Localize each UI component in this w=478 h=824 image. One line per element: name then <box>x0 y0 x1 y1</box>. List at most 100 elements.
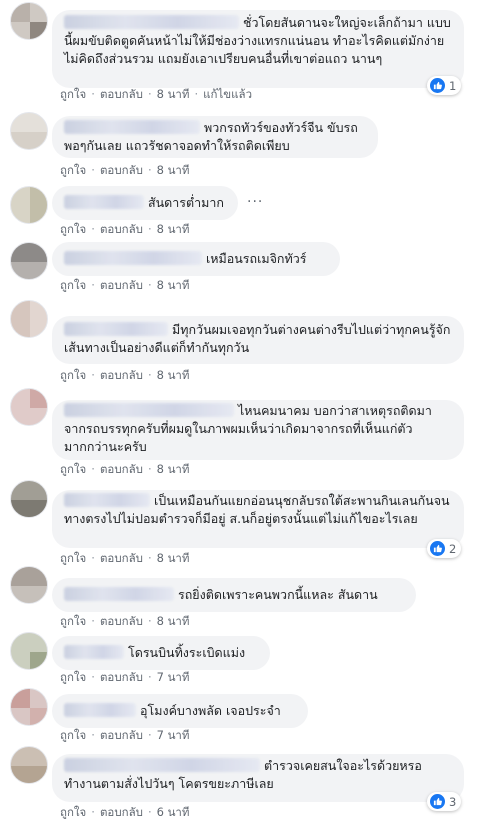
avatar[interactable] <box>10 2 48 40</box>
like-link[interactable]: ถูกใจ <box>60 221 86 239</box>
comment-bubble: ไหนคมนาคม บอกว่าสาเหตุรถติดมาจากรถบรรทุก… <box>52 400 464 460</box>
timestamp[interactable]: 7 นาที <box>157 727 190 745</box>
avatar[interactable] <box>10 632 48 670</box>
like-link[interactable]: ถูกใจ <box>60 727 86 745</box>
reaction-number: 2 <box>449 541 457 556</box>
avatar[interactable] <box>10 388 48 426</box>
comment-bubble: เป็นเหมือนกันแยกอ่อนนุชกลับรถใต้สะพานกิน… <box>52 490 464 548</box>
separator: · <box>91 462 95 476</box>
comment-bubble: ชั่วโดยสันดานจะใหญ่จะเล็กถ้ามา แบบนี้ผมข… <box>52 10 464 88</box>
author-name-redacted[interactable] <box>64 195 144 209</box>
author-name-redacted[interactable] <box>64 587 174 601</box>
separator: · <box>91 278 95 292</box>
reaction-number: 1 <box>449 78 457 93</box>
avatar[interactable] <box>10 746 48 784</box>
timestamp[interactable]: 8 นาที <box>157 86 190 104</box>
reaction-count[interactable]: 2 <box>427 539 462 558</box>
separator: · <box>147 278 152 292</box>
author-name-redacted[interactable] <box>64 322 168 336</box>
author-name-redacted[interactable] <box>64 703 136 717</box>
author-name-redacted[interactable] <box>64 120 200 134</box>
separator: · <box>147 87 152 101</box>
timestamp[interactable]: 8 นาที <box>157 613 190 631</box>
timestamp[interactable]: 8 นาที <box>157 461 190 479</box>
avatar[interactable] <box>10 566 48 604</box>
reply-link[interactable]: ตอบกลับ <box>100 162 143 180</box>
comment-text: โดรนบินทิ้งระเบิดแม่ง <box>128 645 246 660</box>
reply-link[interactable]: ตอบกลับ <box>100 550 143 568</box>
comment-actions: ถูกใจ · ตอบกลับ · 7 นาที <box>60 669 189 687</box>
comment-bubble: ตำรวจเคยสนใจอะไรด้วยหรอ ทำงานตามสั่งไปวั… <box>52 754 464 802</box>
avatar[interactable] <box>10 186 48 224</box>
reaction-count[interactable]: 3 <box>427 792 462 811</box>
author-name-redacted[interactable] <box>64 403 234 417</box>
timestamp[interactable]: 8 นาที <box>157 277 190 295</box>
reaction-number: 3 <box>449 794 457 809</box>
separator: · <box>147 551 152 565</box>
timestamp[interactable]: 8 นาที <box>157 367 190 385</box>
comment-actions: ถูกใจ · ตอบกลับ · 6 นาที <box>60 804 189 822</box>
avatar[interactable] <box>10 300 48 338</box>
edited-label[interactable]: แก้ไขแล้ว <box>203 86 252 104</box>
like-link[interactable]: ถูกใจ <box>60 804 86 822</box>
like-link[interactable]: ถูกใจ <box>60 550 86 568</box>
comment-bubble: โดรนบินทิ้งระเบิดแม่ง <box>52 636 270 670</box>
comment-bubble: อุโมงค์บางพลัด เจอประจำ <box>52 694 308 728</box>
avatar[interactable] <box>10 480 48 518</box>
separator: · <box>194 87 199 101</box>
separator: · <box>91 551 95 565</box>
timestamp[interactable]: 8 นาที <box>157 162 190 180</box>
separator: · <box>91 222 95 236</box>
avatar[interactable] <box>10 242 48 280</box>
reply-link[interactable]: ตอบกลับ <box>100 613 143 631</box>
timestamp[interactable]: 7 นาที <box>157 669 190 687</box>
comment-actions: ถูกใจ · ตอบกลับ · 8 นาที · แก้ไขแล้ว <box>60 86 252 104</box>
separator: · <box>147 670 152 684</box>
like-link[interactable]: ถูกใจ <box>60 613 86 631</box>
comment-actions: ถูกใจ · ตอบกลับ · 8 นาที <box>60 613 189 631</box>
comment-text: สันดารต่ำมาก <box>148 195 224 210</box>
like-link[interactable]: ถูกใจ <box>60 461 86 479</box>
like-link[interactable]: ถูกใจ <box>60 669 86 687</box>
author-name-redacted[interactable] <box>64 251 202 265</box>
separator: · <box>91 87 95 101</box>
timestamp[interactable]: 8 นาที <box>157 550 190 568</box>
separator: · <box>91 614 95 628</box>
like-icon <box>430 794 445 809</box>
like-link[interactable]: ถูกใจ <box>60 162 86 180</box>
comment-actions: ถูกใจ · ตอบกลับ · 8 นาที <box>60 461 189 479</box>
reply-link[interactable]: ตอบกลับ <box>100 86 143 104</box>
reply-link[interactable]: ตอบกลับ <box>100 221 143 239</box>
separator: · <box>147 163 152 177</box>
like-icon <box>430 541 445 556</box>
author-name-redacted[interactable] <box>64 758 260 772</box>
author-name-redacted[interactable] <box>64 15 239 29</box>
like-link[interactable]: ถูกใจ <box>60 86 86 104</box>
more-options-icon[interactable]: ··· <box>247 194 263 210</box>
separator: · <box>147 728 152 742</box>
timestamp[interactable]: 8 นาที <box>157 221 190 239</box>
separator: · <box>91 728 95 742</box>
reply-link[interactable]: ตอบกลับ <box>100 804 143 822</box>
reply-link[interactable]: ตอบกลับ <box>100 461 143 479</box>
separator: · <box>147 805 152 819</box>
avatar[interactable] <box>10 688 48 726</box>
reaction-count[interactable]: 1 <box>427 76 462 95</box>
like-link[interactable]: ถูกใจ <box>60 277 86 295</box>
reply-link[interactable]: ตอบกลับ <box>100 727 143 745</box>
author-name-redacted[interactable] <box>64 493 150 507</box>
separator: · <box>147 614 152 628</box>
separator: · <box>91 670 95 684</box>
reply-link[interactable]: ตอบกลับ <box>100 669 143 687</box>
comment-bubble: สันดารต่ำมาก <box>52 186 238 220</box>
separator: · <box>147 462 152 476</box>
like-link[interactable]: ถูกใจ <box>60 367 86 385</box>
reply-link[interactable]: ตอบกลับ <box>100 367 143 385</box>
comment-bubble: มีทุกวันผมเจอทุกวันต่างคนต่างรีบไปแต่ว่า… <box>52 316 464 364</box>
reply-link[interactable]: ตอบกลับ <box>100 277 143 295</box>
author-name-redacted[interactable] <box>64 645 124 659</box>
like-icon <box>430 78 445 93</box>
avatar[interactable] <box>10 112 48 150</box>
timestamp[interactable]: 6 นาที <box>157 804 190 822</box>
comment-actions: ถูกใจ · ตอบกลับ · 8 นาที <box>60 162 189 180</box>
